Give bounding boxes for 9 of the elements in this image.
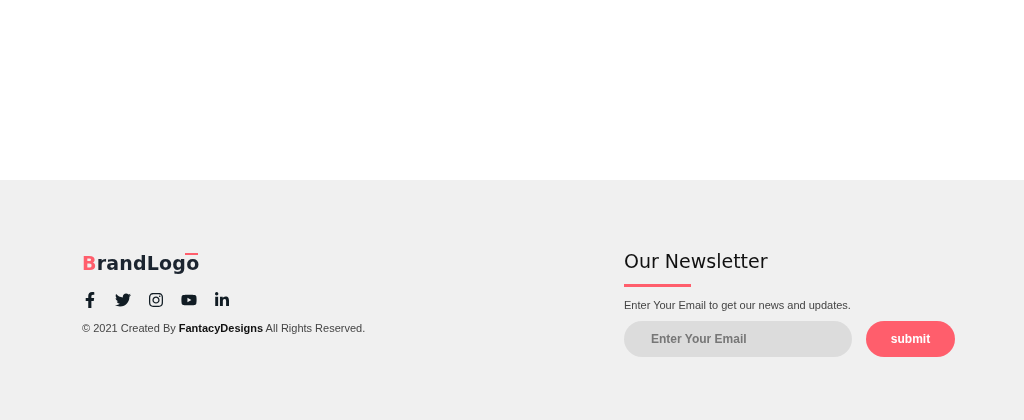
- brand-logo[interactable]: BrandLogo: [82, 252, 200, 274]
- newsletter-text: Enter Your Email to get our news and updates.: [624, 299, 852, 311]
- copyright-text: © 2021 Created By FantacyDesigns All Rights Reserved.: [82, 322, 366, 334]
- newsletter-title: Our Newsletter: [624, 250, 769, 272]
- youtube-icon[interactable]: [181, 292, 197, 308]
- linkedin-icon[interactable]: [214, 292, 230, 308]
- twitter-icon[interactable]: [115, 292, 131, 308]
- instagram-icon[interactable]: [148, 292, 164, 308]
- email-field[interactable]: Enter Your Email: [624, 321, 852, 357]
